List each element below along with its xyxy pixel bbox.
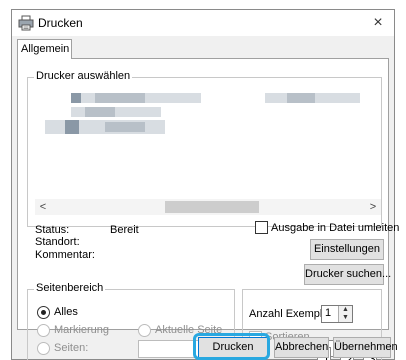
printer-list[interactable] — [35, 85, 381, 199]
range-selection-radio[interactable] — [37, 324, 50, 337]
status-value: Bereit — [110, 224, 139, 236]
close-button[interactable]: × — [368, 13, 388, 33]
status-label: Status: — [35, 224, 70, 236]
copies-count-value[interactable]: 1 — [325, 307, 331, 319]
print-button-highlight — [193, 333, 270, 360]
spin-arrows-icon[interactable]: ▲ ▼ — [338, 306, 352, 322]
dialog-title: Drucken — [38, 16, 83, 30]
scroll-right-button[interactable]: > — [365, 199, 381, 215]
print-dialog: Drucken × Allgemein Drucker auswählen < … — [11, 9, 399, 360]
tab-panel-allgemein: Drucker auswählen < > Status: Bereit Sta… — [17, 58, 399, 360]
range-all-label[interactable]: Alles — [54, 306, 78, 318]
range-current-page-radio[interactable] — [138, 324, 151, 337]
group-title-printer: Drucker auswählen — [34, 70, 133, 82]
group-title-page-range: Seitenbereich — [34, 282, 106, 294]
range-selection-label[interactable]: Markierung — [54, 324, 109, 336]
find-printer-button[interactable]: Drucker suchen... — [304, 264, 391, 285]
close-icon: × — [373, 14, 383, 31]
copies-count-stepper[interactable]: 1 ▲ ▼ — [321, 305, 353, 323]
print-to-file-label[interactable]: Ausgabe in Datei umleiten — [271, 222, 399, 234]
scroll-thumb[interactable] — [165, 201, 259, 213]
printer-item[interactable] — [35, 85, 381, 199]
apply-button[interactable]: Übernehmen — [333, 337, 398, 358]
title-bar: Drucken × — [12, 10, 394, 36]
location-label: Standort: — [35, 236, 80, 248]
range-pages-radio[interactable] — [37, 342, 50, 355]
printer-icon — [18, 15, 34, 31]
range-pages-label[interactable]: Seiten: — [54, 342, 88, 354]
range-all-radio[interactable] — [37, 306, 50, 319]
tab-allgemein[interactable]: Allgemein — [17, 39, 72, 59]
printer-list-hscrollbar[interactable]: < > — [35, 199, 381, 215]
comment-label: Kommentar: — [35, 249, 95, 261]
settings-button[interactable]: Einstellungen — [310, 239, 384, 260]
cancel-button[interactable]: Abbrechen — [274, 337, 329, 358]
scroll-left-button[interactable]: < — [35, 199, 51, 215]
print-to-file-checkbox[interactable] — [255, 221, 268, 234]
